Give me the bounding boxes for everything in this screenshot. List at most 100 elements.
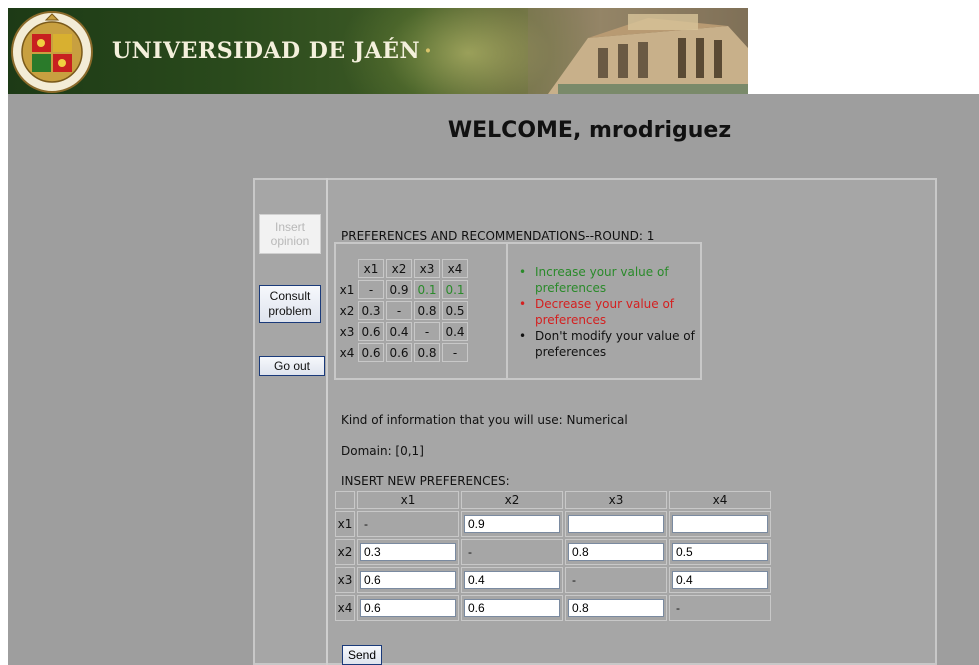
preference-input-x2-x1[interactable] [360,543,456,561]
row-label: x2 [339,303,355,318]
table-cell: - [357,511,459,537]
university-name: UNIVERSIDAD DE JAÉN · [112,38,432,64]
table-cell: 0.8 [414,301,440,320]
legend-text: Increase your value of preferences [535,265,669,295]
preference-input-x3-x4[interactable] [672,571,768,589]
column-header: x4 [669,491,771,509]
row-label: x3 [339,324,355,339]
table-cell: 0.6 [358,322,384,341]
table-row: x4 - [335,595,771,621]
row-label: x1 [335,511,355,537]
table-row: x3 0.6 0.4 - 0.4 [338,322,468,341]
preference-input-x3-x1[interactable] [360,571,456,589]
new-preferences-table: x1 x2 x3 x4 x1 - x2 - x3 [333,489,773,623]
preferences-divider [506,244,508,378]
table-cell: 0.4 [442,322,468,341]
diagonal-dash: - [468,545,472,559]
table-cell: 0.4 [386,322,412,341]
diagonal-dash: - [676,601,680,615]
preference-input-x3-x2[interactable] [464,571,560,589]
table-cell [669,511,771,537]
table-header-row: x1 x2 x3 x4 [338,259,468,278]
row-label: x2 [335,539,355,565]
preferences-title: PREFERENCES AND RECOMMENDATIONS--ROUND: … [341,229,655,243]
column-header: x3 [414,259,440,278]
bullet-icon: • [519,297,527,311]
corner-cell [335,491,355,509]
table-cell: 0.6 [386,343,412,362]
table-cell [669,539,771,565]
table-cell [461,595,563,621]
table-cell [461,567,563,593]
preference-input-x1-x2[interactable] [464,515,560,533]
go-out-button[interactable]: Go out [259,356,325,376]
table-row: x1 - 0.9 0.1 0.1 [338,280,468,299]
table-row: x2 0.3 - 0.8 0.5 [338,301,468,320]
table-cell [565,539,667,565]
column-header: x2 [461,491,563,509]
table-cell-increase: 0.1 [414,280,440,299]
table-cell: - [442,343,468,362]
table-cell: 0.9 [386,280,412,299]
table-cell: 0.3 [358,301,384,320]
table-cell: 0.5 [442,301,468,320]
table-cell: 0.8 [414,343,440,362]
table-header-row: x1 x2 x3 x4 [335,491,771,509]
table-cell: - [414,322,440,341]
column-header: x4 [442,259,468,278]
preference-input-x2-x3[interactable] [568,543,664,561]
preference-input-x4-x1[interactable] [360,599,456,617]
preference-input-x2-x4[interactable] [672,543,768,561]
legend-item-increase: • Increase your value of preferences [519,264,725,296]
bullet-icon: • [519,265,527,279]
page: UNIVERSIDAD DE JAÉN · WELCOME, mrodriguez… [0,0,979,665]
table-cell: - [565,567,667,593]
info-kind: Kind of information that you will use: N… [341,413,628,427]
preference-input-x1-x3[interactable] [568,515,664,533]
insert-opinion-button: Insert opinion [259,214,321,254]
welcome-heading: WELCOME, mrodriguez [447,118,732,143]
table-cell-increase: 0.1 [442,280,468,299]
corner-cell [338,259,356,278]
table-cell [357,567,459,593]
preference-input-x1-x4[interactable] [672,515,768,533]
building-photo [528,8,748,94]
legend: • Increase your value of preferences • Dec… [519,264,725,360]
preference-input-x4-x3[interactable] [568,599,664,617]
bullet-icon: • [519,329,527,343]
table-row: x3 - [335,567,771,593]
table-cell [669,567,771,593]
table-row: x1 - [335,511,771,537]
legend-text: Don't modify your value of preferences [535,329,695,359]
table-cell: - [358,280,384,299]
preferences-table: x1 x2 x3 x4 x1 - 0.9 0.1 0.1 x2 0.3 - 0.… [336,257,470,364]
diagonal-dash: - [364,517,368,531]
row-label: x1 [339,282,355,297]
info-domain: Domain: [0,1] [341,444,424,458]
table-cell: - [461,539,563,565]
consult-problem-button[interactable]: Consult problem [259,285,321,323]
send-button[interactable]: Send [342,645,382,665]
table-cell [357,539,459,565]
university-name-text: UNIVERSIDAD DE JAÉN [112,38,421,64]
column-header: x1 [358,259,384,278]
diagonal-dash: - [572,573,576,587]
legend-item-keep: • Don't modify your value of preferences [519,328,725,360]
university-seal-logo [11,11,93,93]
table-row: x4 0.6 0.6 0.8 - [338,343,468,362]
row-label: x4 [339,345,355,360]
university-banner: UNIVERSIDAD DE JAÉN · [8,8,748,94]
legend-item-decrease: • Decrease your value of preferences [519,296,725,328]
insert-title: INSERT NEW PREFERENCES: [341,474,510,488]
row-label: x4 [335,595,355,621]
table-cell [565,511,667,537]
preference-input-x4-x2[interactable] [464,599,560,617]
table-cell [357,595,459,621]
table-cell [461,511,563,537]
table-cell: - [386,301,412,320]
table-cell: - [669,595,771,621]
column-header: x2 [386,259,412,278]
name-separator: · [424,38,433,64]
row-label: x3 [335,567,355,593]
legend-text: Decrease your value of preferences [535,297,675,327]
